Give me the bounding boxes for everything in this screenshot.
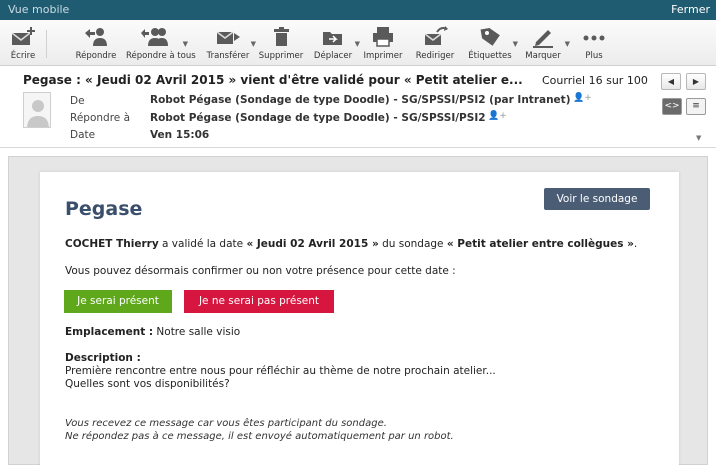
toolbar-separator xyxy=(46,30,47,58)
pen-icon xyxy=(533,30,553,48)
chevron-down-icon[interactable]: ▼ xyxy=(513,40,518,48)
description-line-1: Première rencontre entre nous pour réflé… xyxy=(65,365,496,377)
chevron-down-icon[interactable]: ▼ xyxy=(183,40,188,48)
text-view-button[interactable]: ≡ xyxy=(686,98,706,115)
next-message-button[interactable]: ▶ xyxy=(686,73,706,90)
validation-line: COCHET Thierry a validé la date « Jeudi … xyxy=(65,238,637,250)
validation-text-3: . xyxy=(633,238,638,250)
validated-date: « Jeudi 02 Avril 2015 » xyxy=(246,238,379,250)
mark-label: Marquer xyxy=(525,51,561,61)
date-value: Ven 15:06 xyxy=(150,129,210,141)
description-line-2: Quelles sont vos disponibilités? xyxy=(65,378,230,390)
validation-text-1: a validé la date xyxy=(158,238,247,250)
validation-text-2: du sondage xyxy=(378,238,447,250)
tags-button[interactable]: Étiquettes ▼ xyxy=(468,24,518,64)
reply-to-label: Répondre à xyxy=(70,112,131,124)
print-button[interactable]: Imprimer xyxy=(362,24,404,64)
tag-icon xyxy=(480,27,500,46)
reply-label: Répondre xyxy=(75,51,117,61)
more-icon xyxy=(583,35,605,41)
message-counter: Courriel 16 sur 100 xyxy=(542,74,648,87)
window-title: Vue mobile xyxy=(8,3,70,16)
message-title: Pegase xyxy=(65,198,143,220)
message-header: Pegase : « Jeudi 02 Avril 2015 » vient d… xyxy=(0,66,716,148)
chevron-down-icon[interactable]: ▼ xyxy=(355,40,360,48)
toolbar: Écrire Répondre Répondre à tous ▼ Transf… xyxy=(0,20,716,66)
expand-header-icon[interactable]: ▼ xyxy=(696,134,701,142)
reply-button[interactable]: Répondre xyxy=(74,24,118,64)
footer-note-2: Ne répondez pas à ce message, il est env… xyxy=(65,431,454,442)
mark-button[interactable]: Marquer ▼ xyxy=(522,24,570,64)
description-label: Description : xyxy=(65,352,141,364)
compose-label: Écrire xyxy=(10,51,36,61)
reply-all-button[interactable]: Répondre à tous ▼ xyxy=(126,24,196,64)
view-survey-button[interactable]: Voir le sondage xyxy=(544,188,650,210)
compose-button[interactable]: Écrire xyxy=(6,24,40,64)
attend-no-button[interactable]: Je ne serai pas présent xyxy=(184,290,334,313)
chevron-down-icon[interactable]: ▼ xyxy=(565,40,570,48)
reply-to-value[interactable]: Robot Pégase (Sondage de type Doodle) - … xyxy=(150,112,486,124)
print-label: Imprimer xyxy=(363,51,403,61)
location-value: Notre salle visio xyxy=(153,326,241,338)
forward-icon xyxy=(216,31,240,44)
chevron-down-icon[interactable]: ▼ xyxy=(251,40,256,48)
survey-name: « Petit atelier entre collègues » xyxy=(446,238,634,250)
add-contact-icon[interactable]: 👤+ xyxy=(488,111,507,121)
message-body-area: Pegase Voir le sondage COCHET Thierry a … xyxy=(8,156,708,465)
more-button[interactable]: Plus xyxy=(578,24,610,64)
message-subject: Pegase : « Jeudi 02 Avril 2015 » vient d… xyxy=(23,73,523,87)
forward-button[interactable]: Transférer ▼ xyxy=(206,24,256,64)
attend-yes-button[interactable]: Je serai présent xyxy=(64,290,172,313)
close-link[interactable]: Fermer xyxy=(671,3,710,16)
reply-icon xyxy=(85,28,107,46)
redirect-button[interactable]: Rediriger xyxy=(414,24,456,64)
footer-note-1: Vous recevez ce message car vous êtes pa… xyxy=(65,418,387,429)
move-button[interactable]: Déplacer ▼ xyxy=(312,24,360,64)
confirm-instruction: Vous pouvez désormais confirmer ou non v… xyxy=(65,265,456,277)
previous-message-button[interactable]: ◀ xyxy=(661,73,681,90)
move-label: Déplacer xyxy=(313,51,353,61)
avatar xyxy=(23,92,51,128)
message-card: Pegase Voir le sondage COCHET Thierry a … xyxy=(40,172,679,465)
delete-label: Supprimer xyxy=(258,51,304,61)
more-label: Plus xyxy=(585,51,603,61)
location-line: Emplacement : Notre salle visio xyxy=(65,326,240,338)
printer-icon xyxy=(373,27,393,47)
participant-name: COCHET Thierry xyxy=(65,238,159,250)
reply-all-icon xyxy=(141,28,168,46)
trash-icon xyxy=(274,27,289,46)
compose-icon xyxy=(11,27,35,45)
reply-all-label: Répondre à tous xyxy=(126,51,196,61)
date-label: Date xyxy=(70,129,96,141)
delete-button[interactable]: Supprimer xyxy=(258,24,304,64)
redirect-icon xyxy=(424,26,448,45)
avatar-icon xyxy=(27,100,49,127)
tags-label: Étiquettes xyxy=(468,51,512,61)
add-contact-icon[interactable]: 👤+ xyxy=(573,93,592,103)
top-bar: Vue mobile Fermer xyxy=(0,0,716,20)
move-folder-icon xyxy=(323,32,342,45)
html-view-button[interactable]: <> xyxy=(662,98,682,115)
redirect-label: Rediriger xyxy=(415,51,455,61)
from-value[interactable]: Robot Pégase (Sondage de type Doodle) - … xyxy=(150,94,571,106)
location-label: Emplacement : xyxy=(65,326,154,338)
from-label: De xyxy=(70,95,85,107)
forward-label: Transférer xyxy=(206,51,250,61)
